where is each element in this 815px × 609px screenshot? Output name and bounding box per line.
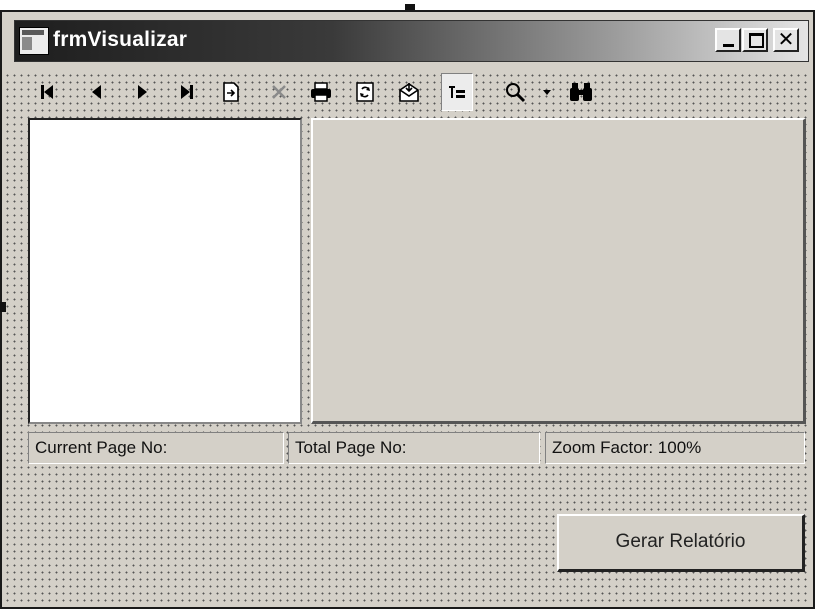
zoom-dropdown-icon[interactable] [538, 72, 556, 112]
selection-handle-left[interactable] [0, 302, 6, 312]
print-icon[interactable] [306, 72, 336, 112]
generate-report-button[interactable]: Gerar Relatório [557, 514, 805, 572]
first-page-icon[interactable] [32, 72, 62, 112]
refresh-icon[interactable] [350, 72, 380, 112]
window-title: frmVisualizar [53, 28, 188, 51]
total-page-status: Total Page No: [288, 432, 540, 464]
selection-handle-top[interactable] [405, 4, 415, 10]
group-tree-pane[interactable] [28, 118, 302, 424]
current-page-status: Current Page No: [28, 432, 284, 464]
previous-page-icon[interactable] [82, 72, 112, 112]
group-tree-toggle-icon[interactable] [441, 73, 473, 111]
last-page-icon[interactable] [172, 72, 202, 112]
search-binoculars-icon[interactable] [566, 72, 596, 112]
zoom-factor-status: Zoom Factor: 100% [545, 432, 805, 464]
export-icon[interactable] [394, 72, 424, 112]
report-viewer-toolbar [20, 72, 620, 114]
zoom-icon[interactable] [500, 72, 530, 112]
goto-page-icon[interactable] [216, 72, 246, 112]
window-titlebar[interactable]: frmVisualizar ✕ [14, 20, 809, 62]
next-page-icon[interactable] [127, 72, 157, 112]
form-icon[interactable] [19, 27, 49, 55]
report-preview-pane[interactable] [311, 118, 806, 424]
minimize-button[interactable] [715, 28, 741, 52]
close-button[interactable]: ✕ [773, 28, 799, 52]
maximize-button[interactable] [742, 28, 768, 52]
close-view-icon[interactable] [264, 72, 294, 112]
